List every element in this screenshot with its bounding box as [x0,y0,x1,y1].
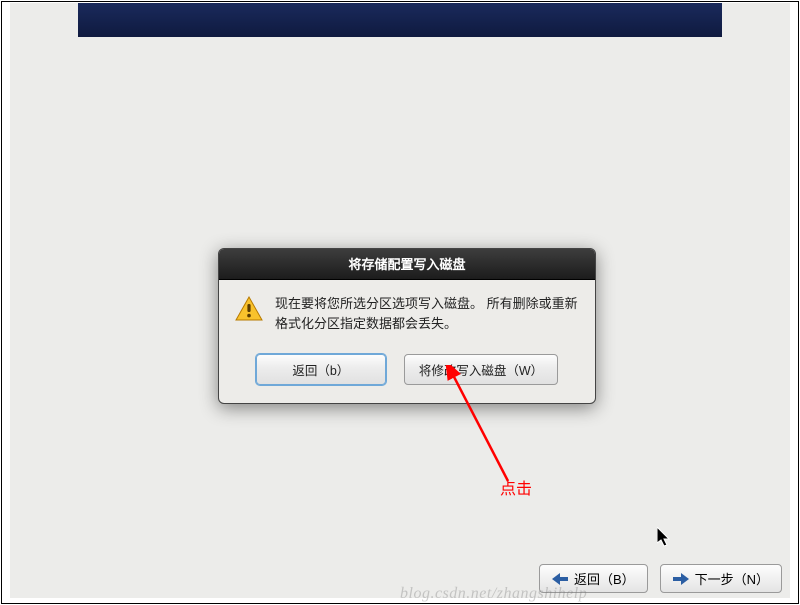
write-changes-button[interactable]: 将修改写入磁盘（W） [404,354,558,385]
warning-icon [235,296,265,334]
dialog-title: 将存储配置写入磁盘 [219,249,595,280]
write-storage-dialog: 将存储配置写入磁盘 现在要将您所选分区选项写入磁盘。 所有删除或重新格式化分区指… [218,248,596,404]
dialog-message: 现在要将您所选分区选项写入磁盘。 所有删除或重新格式化分区指定数据都会丢失。 [275,294,579,334]
footer-nav: 返回（B） 下一步（N） [539,564,782,593]
header-banner [78,3,722,37]
arrow-right-icon [673,573,689,585]
footer-next-label: 下一步（N） [695,569,769,588]
arrow-left-icon [552,573,568,585]
footer-next-button[interactable]: 下一步（N） [660,564,782,593]
annotation-label: 点击 [500,475,532,499]
footer-back-button[interactable]: 返回（B） [539,564,648,593]
footer-back-label: 返回（B） [574,569,635,588]
dialog-body: 现在要将您所选分区选项写入磁盘。 所有删除或重新格式化分区指定数据都会丢失。 [219,280,595,338]
dialog-button-row: 返回（b） 将修改写入磁盘（W） [219,338,595,403]
go-back-button[interactable]: 返回（b） [256,354,386,385]
